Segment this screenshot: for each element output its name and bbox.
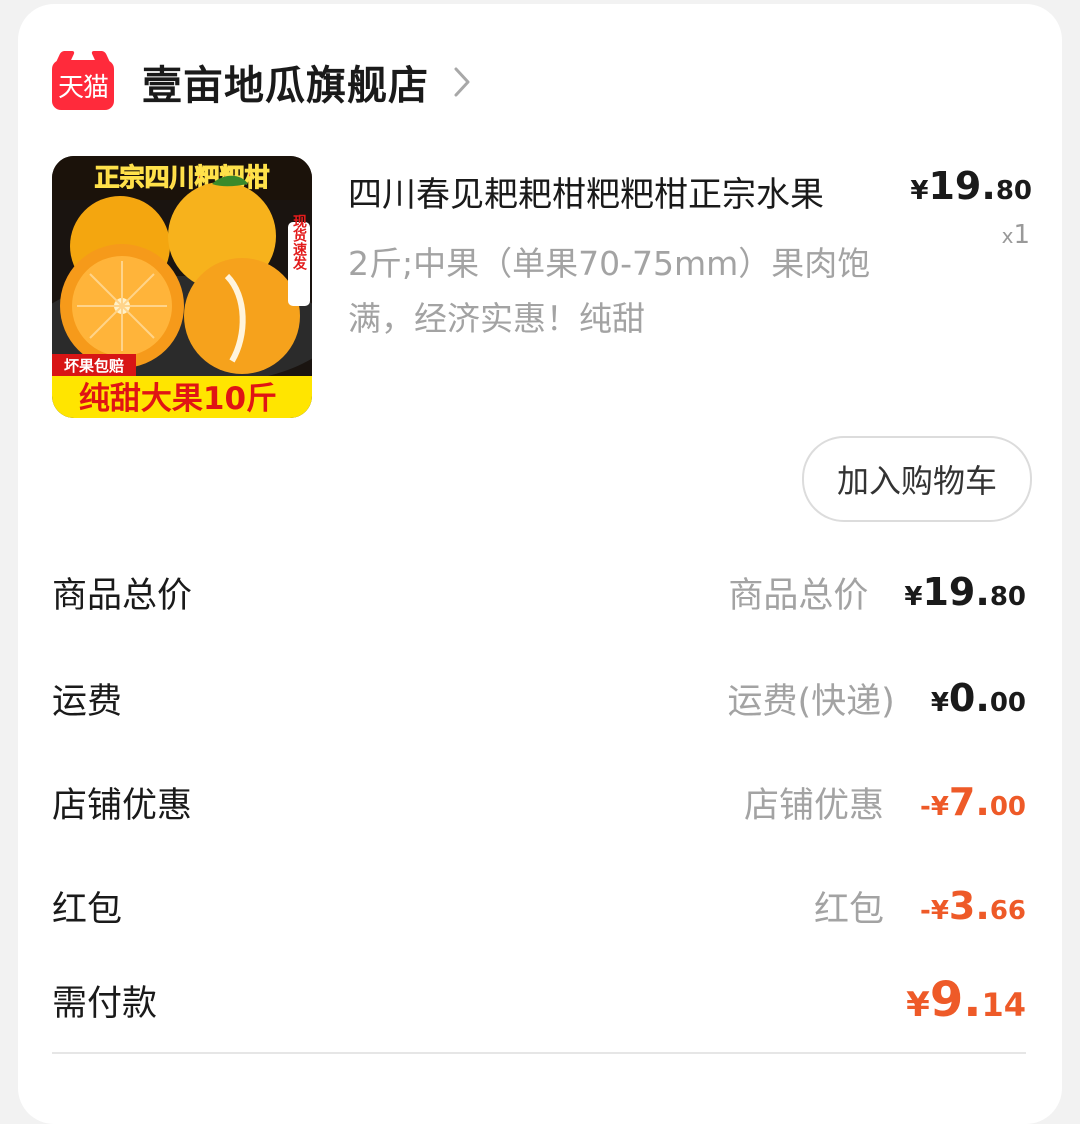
product-image[interactable]: 正宗四川粑粑柑 现货速发 坏果包赔 纯甜大果10斤 [52,156,312,418]
red-packet-amount: - ¥3. 66 [920,884,1026,928]
tmall-logo: 天猫 [52,51,114,110]
total-amount: ¥9. 14 [906,972,1026,1028]
add-to-cart-button[interactable]: 加入购物车 [802,436,1032,522]
shop-header[interactable]: 天猫 壹亩地瓜旗舰店 [52,51,471,112]
product-quantity: x1 [1001,220,1030,250]
product-spec: 2斤;中果（单果70-75mm）果肉饱满，经济实惠！纯甜 [348,244,871,338]
tmall-badge-text: 天猫 [57,72,109,103]
chevron-right-icon[interactable] [453,66,471,98]
image-side-tag: 现货速发 [291,214,308,271]
image-corner-tag: 坏果包赔 [64,357,124,375]
image-bottom-banner: 纯甜大果10斤 [79,381,277,417]
product-price: ¥19. 80 [910,164,1032,208]
summary-row-shop-discount[interactable]: 店铺优惠 店铺优惠 - ¥7. 00 [52,772,1026,832]
shop-discount-amount: - ¥7. 00 [920,780,1026,824]
divider [52,1052,1026,1054]
summary-row-subtotal: 商品总价 商品总价 ¥19. 80 [52,570,1026,616]
summary-row-red-packet[interactable]: 红包 红包 - ¥3. 66 [52,876,1026,936]
shop-name[interactable]: 壹亩地瓜旗舰店 [142,53,429,111]
summary-row-total: 需付款 ¥9. 14 [52,972,1026,1028]
subtotal-amount: ¥19. 80 [904,570,1026,614]
shipping-amount: ¥0. 00 [930,676,1026,720]
product-title[interactable]: 四川春见耙耙柑粑粑柑正宗水果 [348,167,908,216]
order-card: 天猫 壹亩地瓜旗舰店 正宗四川粑粑柑 现货速发 坏果包赔 纯甜大果10斤 四川春… [18,4,1062,1124]
summary-row-shipping: 运费 运费(快递) ¥0. 00 [52,676,1026,722]
